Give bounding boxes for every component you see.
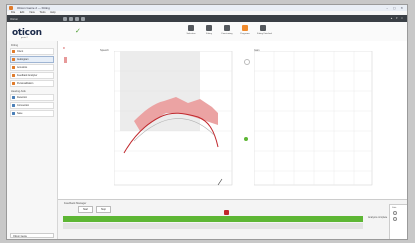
main-panel: R Speech Feedback margin Gain [58,41,407,199]
save-icon[interactable] [63,16,67,21]
redo-icon[interactable] [75,16,79,21]
sidebar-item-label: Save [17,111,23,115]
tab-fine-tuning[interactable]: Fine-tuning [221,25,233,39]
feedback-status-text: Analysis complete [368,216,388,219]
session-bar: Oticon ▲ ▼ ✕ [7,15,407,22]
speech-legend-swatch [64,57,67,63]
tab-selection-label: Selection [186,33,196,35]
fitting-icon [206,25,212,31]
sidebar-item-label: Feedback Analyzer [17,73,38,77]
print-icon[interactable] [81,16,85,21]
application-window: Oticon Genie 2 — Fitting – ▢ ✕ File Edit… [6,4,408,240]
tab-programs[interactable]: Programs [239,25,251,39]
feedback-manager-panel: Feedback Manager Start Stop Analysis com… [58,199,407,239]
save-icon [12,112,15,115]
selection-icon [188,25,194,31]
detection-icon [12,96,15,99]
feedback-status-indicator [244,137,248,141]
menu-file[interactable]: File [11,11,15,14]
undo-icon[interactable] [69,16,73,21]
fitting-mode-icon[interactable]: ✓ [75,28,82,35]
start-button[interactable]: Start [78,206,94,213]
sidebar-item-label: Audiogram [17,57,29,61]
fine-tuning-icon [224,25,230,31]
tab-fitting-finished[interactable]: Fitting Finished [257,25,272,39]
side-options-panel: Side [389,204,407,239]
stop-button[interactable]: Stop [96,206,111,213]
right-ear-label: R [63,47,65,50]
check-icon [260,25,266,31]
programs-icon [242,25,248,31]
feedback-icon [12,74,15,77]
connection-icon [12,104,15,107]
tab-fitting[interactable]: Fitting [203,25,215,39]
sidebar-item-label: Detection [17,95,28,99]
step-toolbar: oticon genie 2 ✓ Selection Fitting Fine-… [7,22,407,42]
personalization-icon [12,82,15,85]
menu-edit[interactable]: Edit [20,11,24,14]
left-graph-title: Speech [100,49,109,52]
tab-programs-label: Programs [240,33,250,35]
side-options-title: Side [392,207,397,209]
feedback-manager-title: Feedback Manager [64,202,87,205]
tab-fine-tuning-label: Fine-tuning [221,33,233,35]
sidebar-item-client[interactable]: Client [10,48,54,55]
sidebar-section-fitting: Fitting [11,44,19,47]
sidebar-item-acoustics[interactable]: Acoustics [10,64,54,71]
window-controls[interactable]: – ▢ ✕ [386,6,405,10]
gain-graph[interactable] [254,51,384,195]
menu-view[interactable]: View [29,11,35,14]
sidebar-item-connection[interactable]: Connection [10,102,54,109]
tab-fitting-finished-label: Fitting Finished [257,33,272,35]
session-label: Oticon [10,17,19,21]
ear-legend: R [61,43,71,83]
sidebar-item-audiogram[interactable]: Audiogram [10,56,54,63]
sidebar-footer[interactable]: Oticon Genie [10,233,54,238]
navigation-sidebar: Fitting Client Audiogram Acoustics Feedb… [7,41,58,239]
sidebar-item-feedback[interactable]: Feedback Analyzer [10,72,54,79]
sidebar-section-hearing-aids: Hearing Aids [11,90,26,93]
acoustics-icon [12,66,15,69]
sidebar-item-detection[interactable]: Detection [10,94,54,101]
sidebar-item-save[interactable]: Save [10,110,54,117]
tab-selection[interactable]: Selection [185,25,197,39]
window-title: Oticon Genie 2 — Fitting [17,6,50,10]
client-icon [12,50,15,53]
app-icon [9,6,13,10]
session-controls[interactable]: ▲ ▼ ✕ [390,17,404,20]
speech-graph[interactable] [114,51,242,195]
menu-tools[interactable]: Tools [39,11,45,14]
right-side-radio[interactable] [393,217,397,221]
sidebar-item-personalization[interactable]: Personalization [10,80,54,87]
sidebar-item-label: Acoustics [17,65,28,69]
record-indicator-icon [224,210,229,215]
feedback-secondary-bar [63,223,363,229]
sidebar-item-label: Personalization [17,81,34,85]
brand-subtitle: genie 2 [21,37,28,39]
menu-help[interactable]: Help [50,11,55,14]
sidebar-item-label: Client [17,49,24,53]
sidebar-item-label: Connection [17,103,30,107]
audiogram-icon [12,58,15,61]
feedback-progress-bar [63,216,363,222]
graph-toggle-radio[interactable] [244,59,250,65]
tab-fitting-label: Fitting [206,33,212,35]
left-side-radio[interactable] [393,211,397,215]
